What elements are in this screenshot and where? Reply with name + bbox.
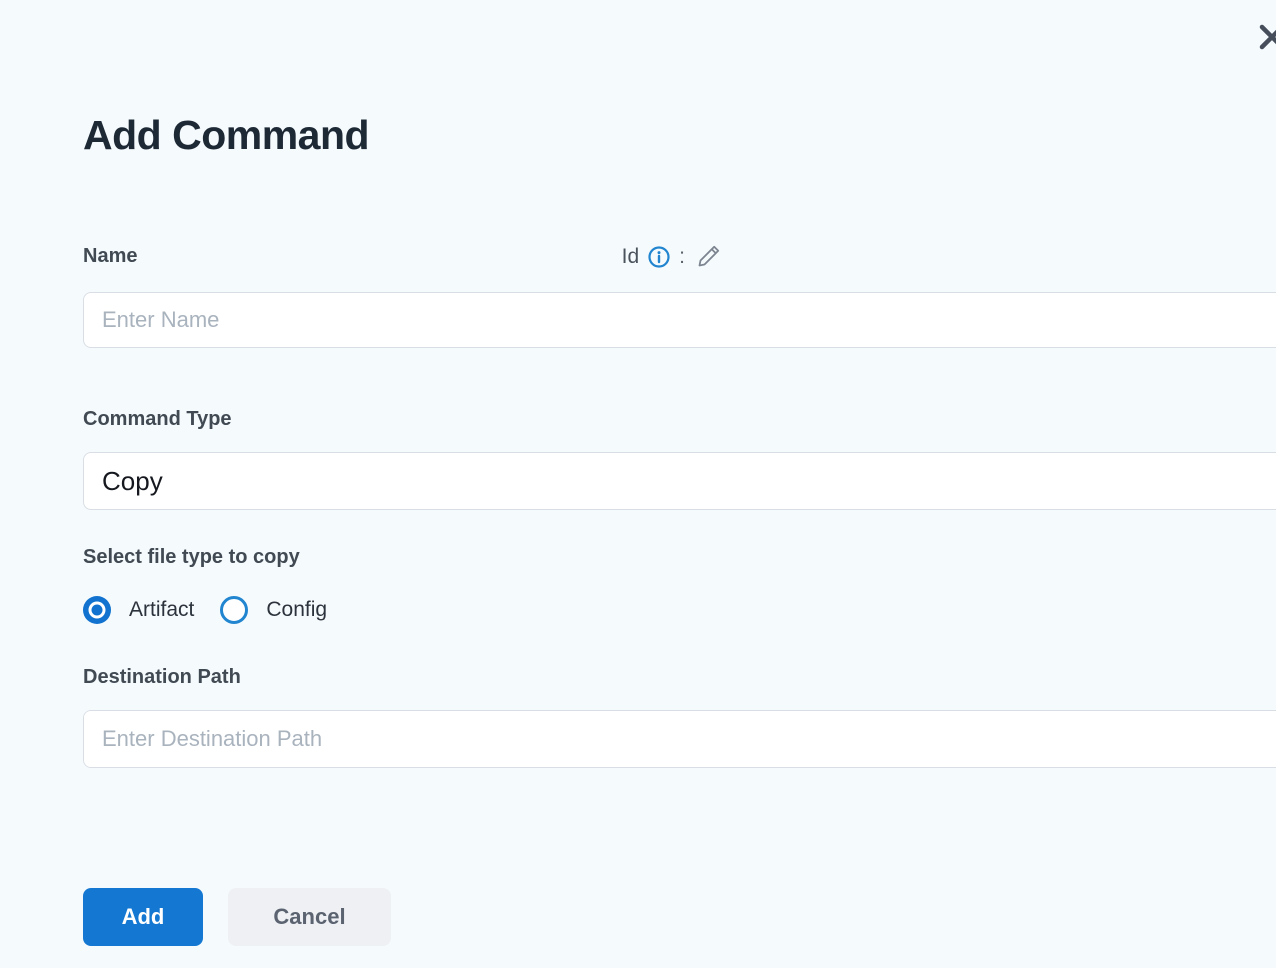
edit-id-button[interactable] — [695, 243, 722, 270]
radio-option-artifact[interactable]: Artifact — [83, 596, 194, 624]
destination-input[interactable] — [84, 711, 1276, 767]
file-type-label-row: Select file type to copy — [83, 546, 722, 569]
id-cluster: Id : — [622, 243, 722, 270]
command-type-label: Command Type — [83, 408, 232, 430]
id-colon: : — [679, 244, 685, 268]
radio-option-config[interactable]: Config — [220, 596, 327, 624]
add-command-panel: Add Command Name Id : Enter Name Command… — [0, 0, 1276, 968]
file-type-radio-group: Artifact Config — [83, 596, 722, 624]
command-type-value: Copy — [102, 465, 163, 496]
cancel-button[interactable]: Cancel — [228, 888, 391, 946]
id-label: Id — [621, 244, 640, 268]
page-title: Add Command — [83, 112, 370, 158]
destination-label: Destination Path — [83, 666, 241, 688]
add-button[interactable]: Add — [83, 888, 203, 946]
close-icon — [1259, 24, 1276, 50]
name-label: Name — [83, 245, 138, 267]
info-icon[interactable] — [647, 245, 671, 269]
destination-label-row: Destination Path — [83, 666, 722, 689]
radio-label-artifact: Artifact — [129, 598, 195, 621]
close-button[interactable] — [1255, 20, 1276, 54]
radio-label-config: Config — [266, 598, 328, 621]
file-type-label: Select file type to copy — [83, 546, 300, 568]
action-buttons: Add Cancel — [83, 888, 391, 946]
command-type-label-row: Command Type — [83, 408, 722, 431]
name-input[interactable] — [83, 292, 1276, 348]
destination-field-group — [83, 710, 1276, 768]
radio-selected-icon[interactable] — [83, 596, 111, 624]
radio-unselected-icon[interactable] — [220, 596, 249, 624]
name-label-row: Name Id : — [83, 243, 722, 270]
name-field-wrap — [83, 292, 1276, 348]
command-type-select[interactable]: Copy — [83, 452, 1276, 510]
pencil-icon — [698, 245, 720, 267]
